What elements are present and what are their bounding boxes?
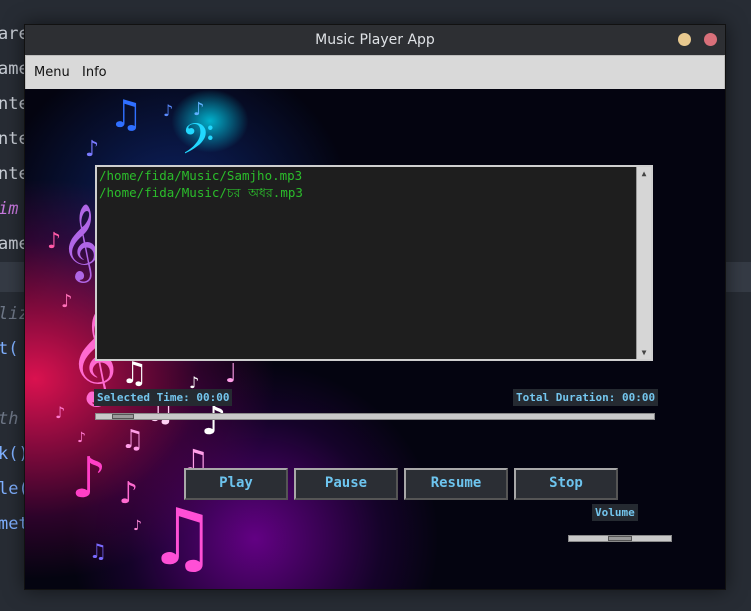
playlist-box[interactable]: /home/fida/Music/Samjho.mp3 /home/fida/M… (95, 165, 653, 361)
playlist-item[interactable]: /home/fida/Music/Samjho.mp3 (99, 168, 302, 183)
beamed-note-icon: ♫ (89, 539, 107, 563)
scroll-up-arrow-icon[interactable]: ▲ (638, 168, 650, 179)
minimize-button[interactable] (678, 33, 691, 46)
note-icon: ♪ (47, 229, 62, 254)
code-fragment: t( (0, 339, 19, 359)
note-icon: ♪ (71, 446, 107, 511)
seek-slider-handle[interactable] (112, 414, 134, 419)
resume-button[interactable]: Resume (404, 468, 508, 500)
playlist-item[interactable]: /home/fida/Music/চর অধর.mp3 (99, 185, 303, 205)
playlist-scrollbar[interactable]: ▲ ▼ (636, 167, 651, 359)
code-fragment: th (0, 409, 19, 429)
volume-label: Volume (592, 504, 638, 521)
seek-slider[interactable] (95, 413, 655, 420)
scroll-down-arrow-icon[interactable]: ▼ (638, 347, 650, 358)
code-fragment (0, 0, 8, 20)
close-button[interactable] (704, 33, 717, 46)
stop-button[interactable]: Stop (514, 468, 618, 500)
beamed-note-icon: ♫ (121, 425, 145, 455)
background-artwork: ♫ ♪ ♪ 𝄢 ♪ 𝄞 ♪ ♪ 𝄞 ♫ ♪ ♩ ♫ ♪ ♪ ♪ ♫ ♫ ♪ ♪ … (25, 89, 725, 589)
menu-item-menu[interactable]: Menu (34, 65, 70, 80)
volume-slider-handle[interactable] (608, 536, 632, 541)
note-icon: ♪ (85, 137, 100, 162)
total-duration-label: Total Duration: 00:00 (513, 389, 659, 406)
note-icon: ♩ (225, 359, 238, 389)
music-player-window: Music Player App Menu Info ♫ ♪ ♪ 𝄢 ♪ 𝄞 ♪… (24, 24, 726, 590)
code-fragment: im (0, 199, 19, 219)
menu-item-info[interactable]: Info (82, 65, 107, 80)
note-icon: ♪ (55, 403, 66, 422)
pause-button[interactable]: Pause (294, 468, 398, 500)
beamed-note-icon: ♫ (147, 493, 217, 583)
note-icon: ♪ (119, 476, 139, 511)
beamed-note-icon: ♫ (109, 92, 144, 136)
volume-slider[interactable] (568, 535, 672, 542)
note-icon: ♪ (163, 101, 174, 120)
note-icon: ♪ (77, 430, 86, 446)
menu-bar: Menu Info (25, 55, 725, 90)
bass-clef-icon: 𝄢 (181, 115, 215, 175)
beamed-note-icon: ♫ (121, 356, 148, 391)
window-titlebar[interactable]: Music Player App (25, 25, 725, 55)
window-title: Music Player App (315, 32, 435, 48)
play-button[interactable]: Play (184, 468, 288, 500)
selected-time-label: Selected Time: 00:00 (94, 389, 233, 406)
note-icon: ♪ (201, 398, 227, 444)
note-icon: ♪ (133, 518, 142, 534)
